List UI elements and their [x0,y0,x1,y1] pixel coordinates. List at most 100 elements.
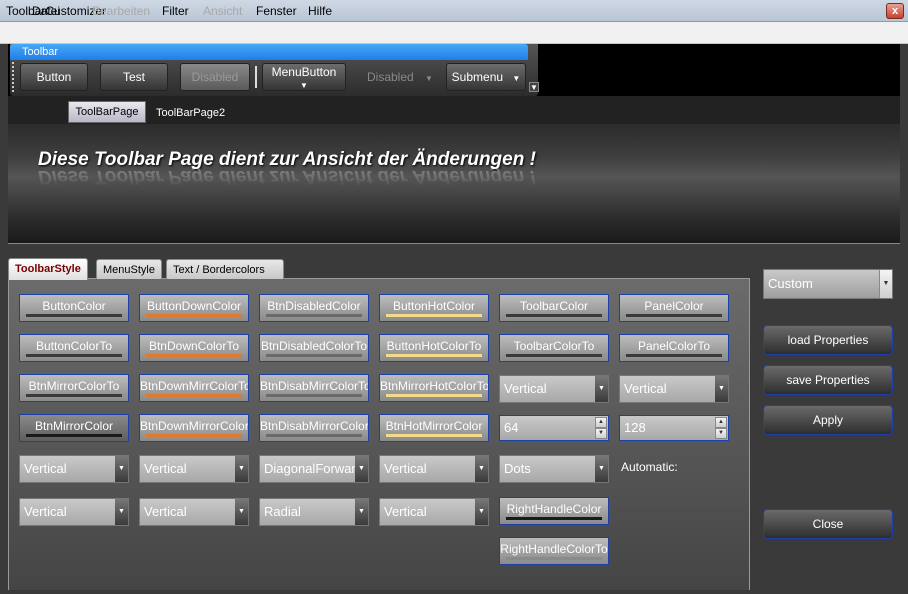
color-swatch [386,434,482,437]
color-swatch [146,354,242,357]
menu-hilfe[interactable]: Hilfe [308,4,332,18]
toolbar-grip-handle[interactable] [12,62,16,92]
disabled-mirror-gradient-select[interactable]: Radial ▼ [259,498,369,526]
chevron-down-icon: ▼ [512,74,521,83]
toolbar-color-to-button[interactable]: ToolbarColorTo [499,334,609,362]
close-window-button[interactable]: x [886,3,904,19]
toolbar-test-button[interactable]: Test [100,63,168,91]
btn-mirror-hot-color-to-button[interactable]: BtnMirrorHotColorTo [379,374,489,402]
color-swatch [386,314,482,317]
automatic-label: Automatic: [621,460,678,474]
apply-button[interactable]: Apply [763,405,893,435]
toolbar-color-button[interactable]: ToolbarColor [499,294,609,322]
btn-mirror-color-to-button[interactable]: BtnMirrorColorTo [19,374,129,402]
btn-disabled-color-button[interactable]: BtnDisabledColor [259,294,369,322]
button-color-button[interactable]: ButtonColor [19,294,129,322]
panel-gradient-direction-select[interactable]: Vertical ▼ [619,375,729,403]
preset-select[interactable]: Custom ▼ [763,269,893,299]
right-handle-color-to-button[interactable]: RightHandleColorTo [499,537,609,565]
close-button[interactable]: Close [763,509,893,539]
select-value: Custom [768,276,813,291]
color-swatch [266,354,362,357]
toolbar-overflow-icon[interactable]: ▼ [529,82,539,92]
tab-text-bordercolors[interactable]: Text / Bordercolors [166,259,284,279]
toolbar-disabled-button: Disabled [180,63,250,91]
button-label: ButtonColorTo [35,339,113,353]
disabled-gradient-select[interactable]: DiagonalForward ▼ [259,455,369,483]
select-value: Vertical [384,461,427,476]
btn-disab-mirr-color-to-button[interactable]: BtnDisabMirrColorTo [259,374,369,402]
menu-datei[interactable]: Datei [32,4,60,18]
button-mirror-gradient-select[interactable]: Vertical ▼ [19,498,129,526]
select-value: Vertical [24,461,67,476]
toolbar-button[interactable]: Button [20,63,88,91]
button-label: ButtonDownColor [146,299,242,313]
menu-filter[interactable]: Filter [162,4,189,18]
button-label: ButtonHotColor [392,299,476,313]
select-value: Vertical [144,504,187,519]
toolbar-separator [255,66,257,88]
button-color-to-button[interactable]: ButtonColorTo [19,334,129,362]
button-label: BtnDownMirrColorTo [140,379,249,393]
btn-down-mirr-color-to-button[interactable]: BtnDownMirrColorTo [139,374,249,402]
btn-down-color-to-button[interactable]: BtnDownColorTo [139,334,249,362]
spin-up-icon[interactable]: ▲ [715,417,727,428]
btn-hot-mirror-color-button[interactable]: BtnHotMirrorColor [379,414,489,442]
button-label: ToolbarColorTo [513,339,595,353]
select-value: Vertical [144,461,187,476]
panel-color-button[interactable]: PanelColor [619,294,729,322]
spin-down-icon[interactable]: ▼ [595,428,607,439]
btn-disab-mirror-color-button[interactable]: BtnDisabMirrorColor [259,414,369,442]
panel-color-to-button[interactable]: PanelColorTo [619,334,729,362]
toolbar-gradient-direction-select[interactable]: Vertical ▼ [499,375,609,403]
select-value: Vertical [384,504,427,519]
button-gradient-select[interactable]: Vertical ▼ [19,455,129,483]
spin-down-icon[interactable]: ▼ [715,428,727,439]
button-down-gradient-select[interactable]: Vertical ▼ [139,455,249,483]
button-hot-color-to-button[interactable]: ButtonHotColorTo [379,334,489,362]
chevron-down-icon: ▼ [235,499,248,525]
button-down-color-button[interactable]: ButtonDownColor [139,294,249,322]
toolbar-caption[interactable]: Toolbar [10,44,528,60]
tab-toolbarstyle[interactable]: ToolbarStyle [8,258,88,280]
menubutton-label: MenuButton [271,65,337,79]
toolbar-value-stepper[interactable]: 64 ▲ ▼ [499,415,609,441]
btn-disabled-color-to-button[interactable]: BtnDisabledColorTo [259,334,369,362]
button-label: BtnMirrorColor [34,419,113,433]
toolbar-menubutton[interactable]: MenuButton ▼ [262,63,346,91]
chevron-down-icon: ▼ [475,456,488,482]
hot-gradient-select[interactable]: Vertical ▼ [379,455,489,483]
button-down-mirror-gradient-select[interactable]: Vertical ▼ [139,498,249,526]
button-label: RightHandleColorTo [500,542,608,556]
button-label: PanelColor [644,299,704,313]
save-properties-button[interactable]: save Properties [763,365,893,395]
menu-fenster[interactable]: Fenster [256,4,297,18]
menu-ansicht: Ansicht [203,4,243,18]
chevron-down-icon: ▼ [715,376,728,402]
color-swatch [506,354,602,357]
btn-down-mirror-color-button[interactable]: BtnDownMirrorColor [139,414,249,442]
color-swatch [266,434,362,437]
right-handle-color-button[interactable]: RightHandleColor [499,497,609,525]
tab-toolbarpage2[interactable]: ToolBarPage2 [152,103,229,123]
toolbar-disabled-dropdown: Disabled ▼ [367,63,433,91]
chevron-down-icon: ▼ [595,376,608,402]
color-swatch [626,314,722,317]
color-swatch [266,394,362,397]
panel-value-stepper[interactable]: 128 ▲ ▼ [619,415,729,441]
toolbar-submenu-button[interactable]: Submenu ▼ [446,63,526,91]
chevron-down-icon: ▼ [115,456,128,482]
tab-menustyle[interactable]: MenuStyle [96,259,162,279]
tab-toolbarpage[interactable]: ToolBarPage [68,101,146,123]
button-label: PanelColorTo [637,339,711,353]
load-properties-button[interactable]: load Properties [763,325,893,355]
button-hot-color-button[interactable]: ButtonHotColor [379,294,489,322]
hot-mirror-gradient-select[interactable]: Vertical ▼ [379,498,489,526]
btn-mirror-color-button[interactable]: BtnMirrorColor [19,414,129,442]
handle-style-select[interactable]: Dots ▼ [499,455,609,483]
color-swatch [26,354,122,357]
spin-up-icon[interactable]: ▲ [595,417,607,428]
chevron-down-icon: ▼ [595,456,608,482]
color-swatch [506,557,602,560]
button-label: RightHandleColor [506,502,602,516]
